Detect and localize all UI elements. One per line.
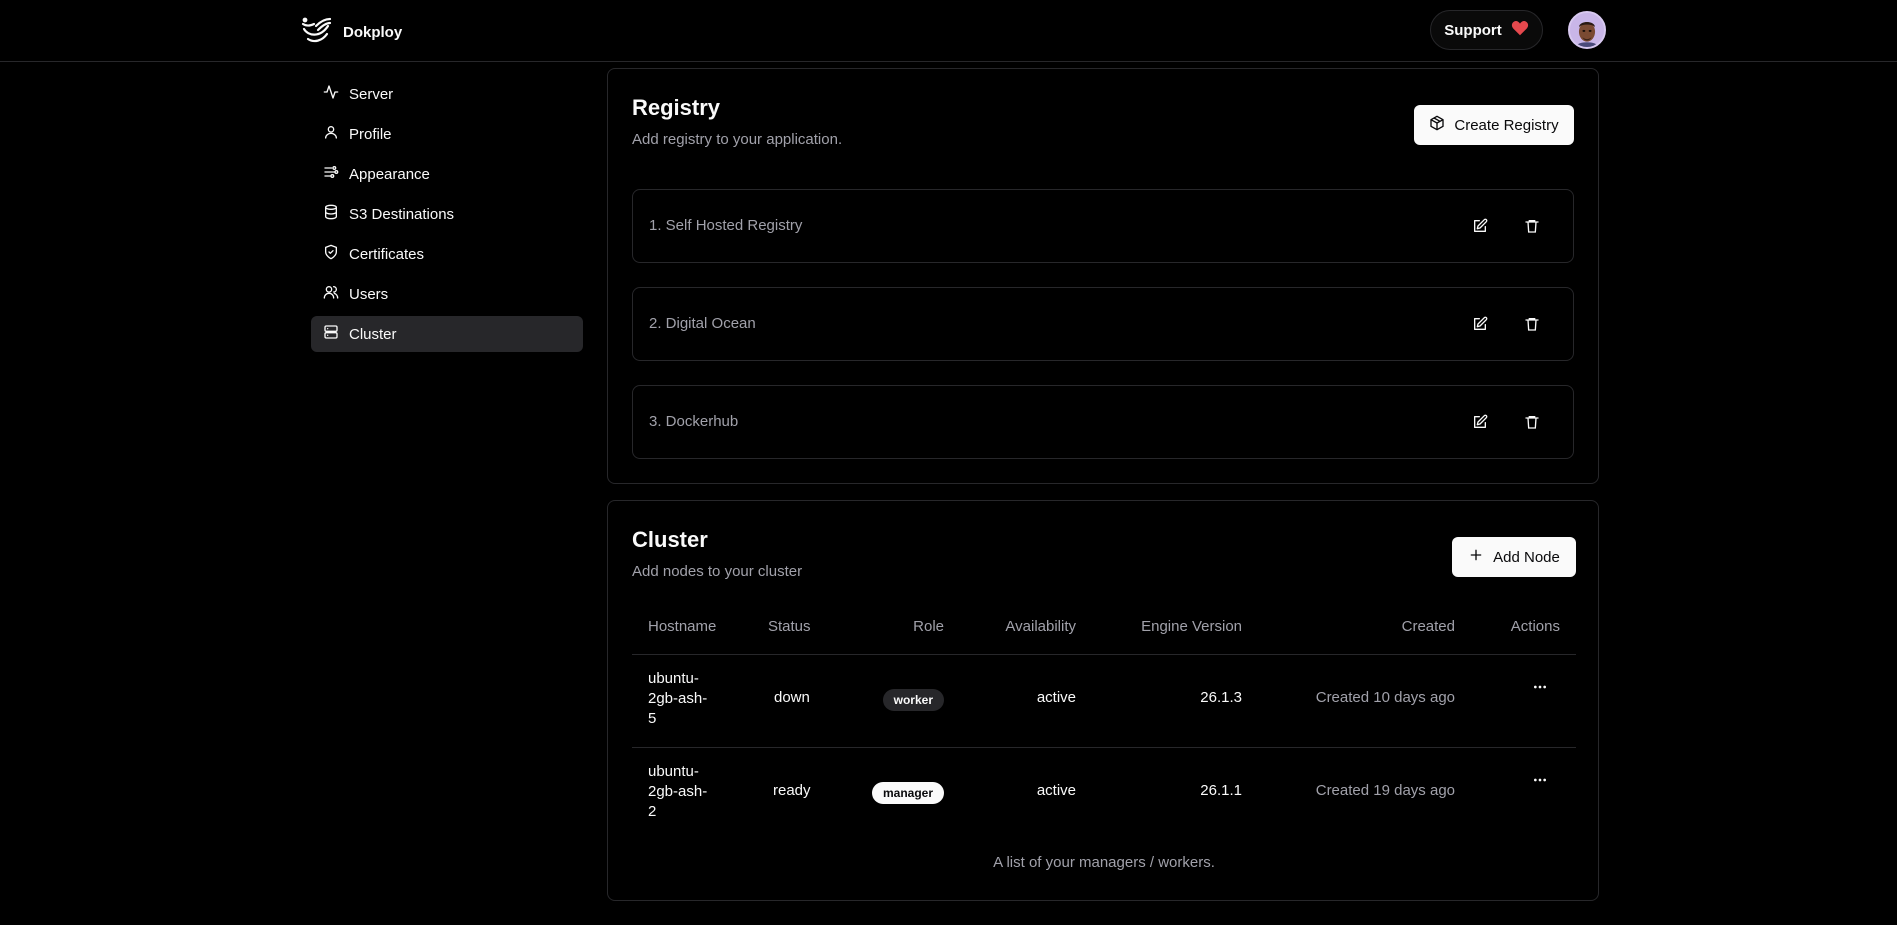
cluster-card: Cluster Add nodes to your cluster Add No… — [607, 500, 1599, 901]
sidebar-item-cluster[interactable]: Cluster — [311, 316, 583, 352]
sidebar-item-appearance[interactable]: Appearance — [311, 156, 583, 192]
database-icon — [323, 204, 339, 224]
col-availability: Availability — [1005, 618, 1076, 635]
edit-icon[interactable] — [1465, 211, 1495, 241]
sidebar-item-label: Certificates — [349, 245, 425, 263]
edit-icon[interactable] — [1465, 309, 1495, 339]
hostname-cell: ubuntu- 2gb-ash- 5 — [648, 670, 708, 727]
availability-cell: active — [1036, 689, 1076, 706]
cluster-description: Add nodes to your cluster — [632, 563, 803, 580]
col-created: Created — [1401, 618, 1455, 635]
divider — [632, 747, 1576, 748]
col-engine-version: Engine Version — [1141, 618, 1242, 635]
registry-item-name: 1. Self Hosted Registry — [649, 217, 803, 234]
sidebar-item-label: S3 Destinations — [349, 205, 455, 223]
registry-title: Registry — [632, 95, 721, 120]
col-status: Status — [768, 618, 811, 635]
sidebar-item-certificates[interactable]: Certificates — [311, 236, 583, 272]
registry-description: Add registry to your application. — [632, 131, 843, 148]
table-caption: A list of your managers / workers. — [993, 854, 1215, 871]
col-actions: Actions — [1510, 618, 1560, 635]
role-badge: worker — [882, 689, 944, 711]
brand-name: Dokploy — [343, 24, 403, 41]
status-cell: down — [774, 689, 810, 706]
hostname-cell: ubuntu- 2gb-ash- 2 — [648, 763, 708, 820]
sidebar-item-s3-destinations[interactable]: S3 Destinations — [311, 196, 583, 232]
avatar[interactable] — [1568, 11, 1606, 49]
create-registry-label: Create Registry — [1454, 116, 1559, 134]
more-horizontal-icon[interactable] — [1528, 675, 1552, 699]
settings-sidebar: Server Profile Appearance S3 Destination… — [311, 76, 583, 356]
status-cell: ready — [773, 782, 811, 799]
sidebar-item-server[interactable]: Server — [311, 76, 583, 112]
sidebar-item-label: Appearance — [349, 165, 430, 183]
col-role: Role — [913, 618, 944, 635]
heart-icon — [1511, 20, 1529, 40]
registry-item: 3. Dockerhub — [632, 385, 1574, 459]
package-icon — [1429, 115, 1445, 135]
activity-icon — [323, 84, 339, 104]
add-node-label: Add Node — [1493, 548, 1560, 566]
brand[interactable]: Dokploy — [300, 16, 402, 49]
trash-icon[interactable] — [1517, 309, 1547, 339]
sidebar-item-label: Cluster — [349, 325, 397, 343]
registry-item-name: 3. Dockerhub — [649, 413, 739, 430]
palette-icon — [323, 164, 339, 184]
support-button[interactable]: Support — [1430, 10, 1543, 50]
sidebar-item-label: Profile — [349, 125, 392, 143]
registry-item-name: 2. Digital Ocean — [649, 315, 756, 332]
support-label: Support — [1444, 21, 1502, 39]
availability-cell: active — [1036, 782, 1076, 799]
dokploy-logo-icon — [300, 16, 332, 49]
created-cell: Created 19 days ago — [1315, 782, 1455, 799]
role-badge: manager — [871, 782, 944, 804]
trash-icon[interactable] — [1517, 211, 1547, 241]
registry-item: 2. Digital Ocean — [632, 287, 1574, 361]
add-node-button[interactable]: Add Node — [1452, 537, 1576, 577]
sidebar-item-profile[interactable]: Profile — [311, 116, 583, 152]
edit-icon[interactable] — [1465, 407, 1495, 437]
registry-card: Registry Add registry to your applicatio… — [607, 68, 1599, 484]
registry-item: 1. Self Hosted Registry — [632, 189, 1574, 263]
col-hostname: Hostname — [648, 618, 717, 635]
engine-version-cell: 26.1.3 — [1200, 689, 1242, 706]
created-cell: Created 10 days ago — [1315, 689, 1455, 706]
trash-icon[interactable] — [1517, 407, 1547, 437]
more-horizontal-icon[interactable] — [1528, 768, 1552, 792]
sidebar-item-label: Users — [349, 285, 389, 303]
top-bar: Dokploy Support — [0, 0, 1897, 62]
sidebar-item-label: Server — [349, 85, 394, 103]
server-icon — [323, 324, 339, 344]
users-icon — [323, 284, 339, 304]
sidebar-item-users[interactable]: Users — [311, 276, 583, 312]
shield-check-icon — [323, 244, 339, 264]
divider — [632, 654, 1576, 655]
plus-icon — [1468, 547, 1484, 567]
create-registry-button[interactable]: Create Registry — [1414, 105, 1574, 145]
cluster-title: Cluster — [632, 527, 708, 552]
engine-version-cell: 26.1.1 — [1200, 782, 1242, 799]
user-icon — [323, 124, 339, 144]
